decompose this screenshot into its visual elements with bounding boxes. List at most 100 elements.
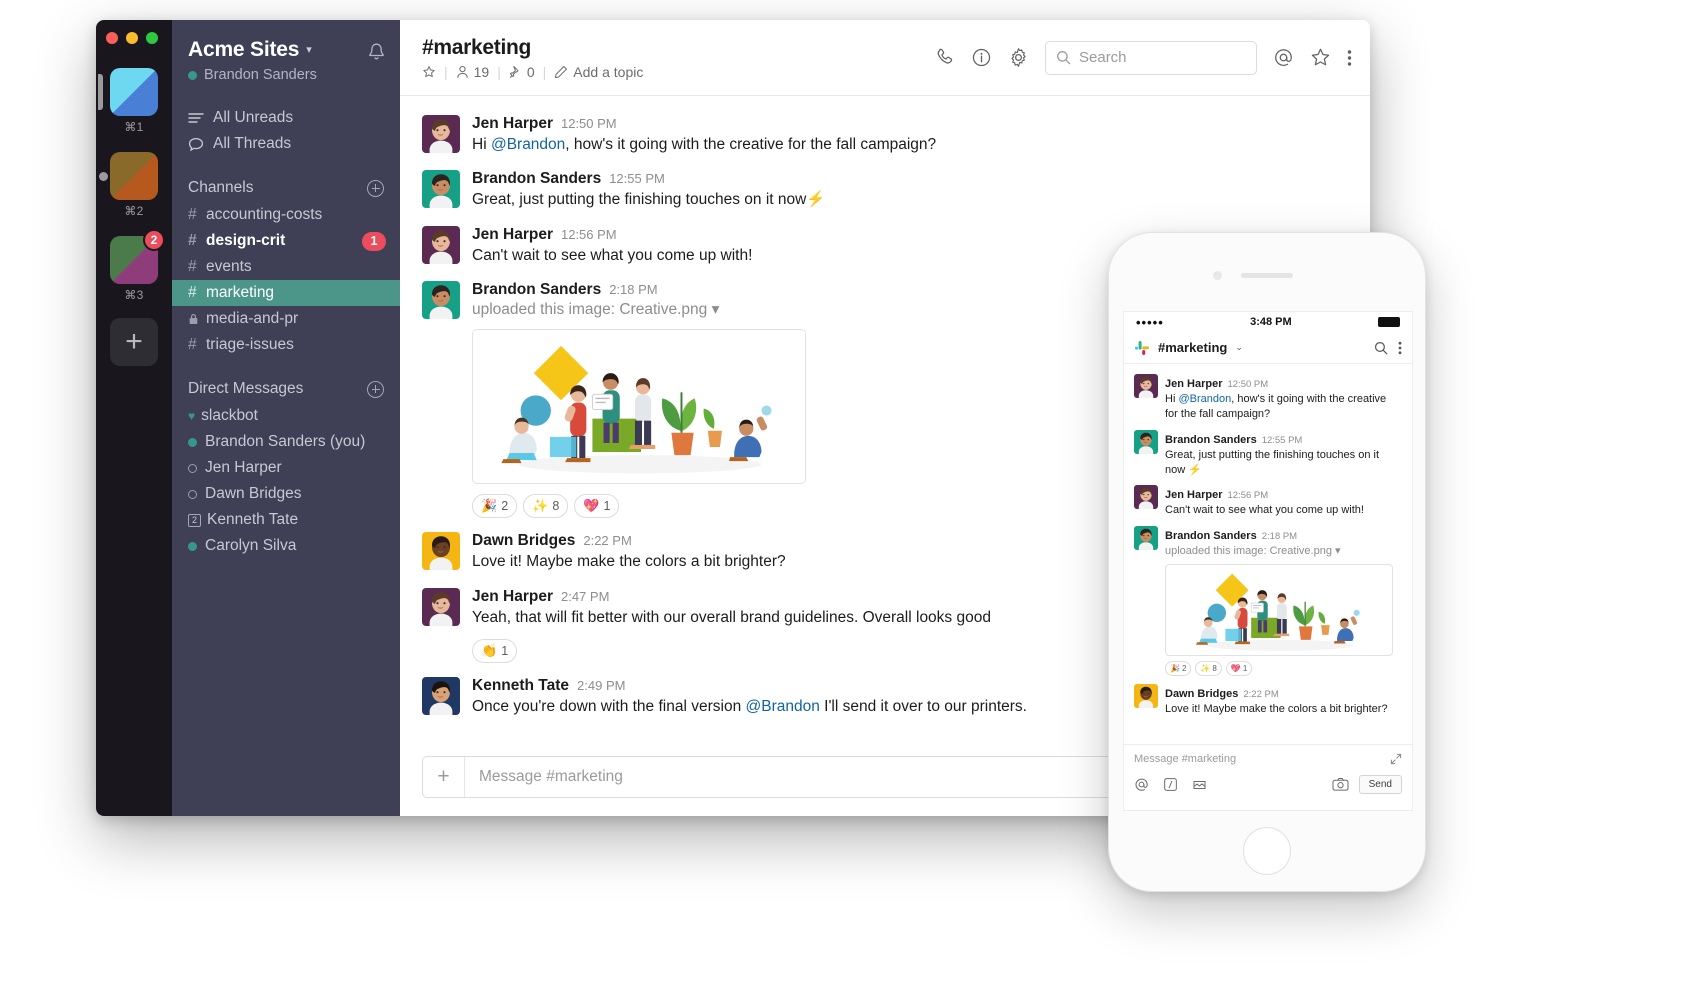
sidebar-item-triage-issues[interactable]: # triage-issues	[172, 332, 400, 358]
avatar[interactable]	[422, 532, 460, 571]
star-icon[interactable]	[422, 65, 436, 79]
phone-reaction-pill[interactable]: 🎉 2	[1165, 661, 1192, 677]
phone-message-author[interactable]: Jen Harper	[1165, 489, 1222, 501]
info-icon[interactable]	[971, 47, 992, 68]
chevron-down-icon[interactable]: ▾	[306, 44, 312, 56]
avatar[interactable]	[422, 587, 460, 626]
avatar[interactable]	[422, 170, 460, 209]
phone-avatar[interactable]	[1134, 526, 1158, 551]
sidebar-item-marketing[interactable]: # marketing	[172, 280, 400, 306]
current-user-status[interactable]: Brandon Sanders	[188, 67, 384, 83]
add-channel-icon[interactable]	[367, 179, 384, 197]
add-workspace-button[interactable]: +	[110, 318, 158, 366]
add-attachment-button[interactable]: +	[423, 757, 465, 797]
notifications-bell-icon[interactable]	[367, 42, 386, 62]
avatar[interactable]	[422, 677, 460, 716]
message-author[interactable]: Brandon Sanders	[472, 281, 601, 299]
sidebar-dm-dawn-bridges[interactable]: Dawn Bridges	[172, 481, 400, 507]
sidebar-item-design-crit[interactable]: # design-crit 1	[172, 228, 400, 254]
workspace-switcher-2[interactable]: ⌘2	[99, 152, 158, 218]
phone-avatar[interactable]	[1134, 684, 1158, 709]
presence-online-icon	[188, 541, 197, 551]
message-author[interactable]: Jen Harper	[472, 226, 553, 244]
composer-placeholder[interactable]: Message #marketing	[465, 768, 623, 786]
message-author[interactable]: Jen Harper	[472, 115, 553, 133]
more-vertical-icon[interactable]	[1398, 341, 1402, 355]
phone-message-author[interactable]: Brandon Sanders	[1165, 434, 1257, 446]
reaction-pill[interactable]: 👏 1	[472, 639, 518, 664]
phone-message-author[interactable]: Jen Harper	[1165, 378, 1222, 390]
send-button[interactable]: Send	[1358, 775, 1402, 794]
more-vertical-icon[interactable]	[1347, 48, 1352, 68]
topbar-actions: Search	[934, 40, 1352, 75]
sidebar-dm-kenneth-tate[interactable]: 2 Kenneth Tate	[172, 507, 400, 533]
minimize-window-button[interactable]	[126, 32, 138, 44]
camera-icon[interactable]	[1332, 777, 1349, 792]
workspace-name[interactable]: Acme Sites	[188, 38, 299, 62]
workspace-switcher-3[interactable]: 2 ⌘3	[110, 229, 165, 302]
phone-message-author[interactable]: Brandon Sanders	[1165, 530, 1257, 542]
sidebar-dm-jen-harper[interactable]: Jen Harper	[172, 455, 400, 481]
add-topic-button[interactable]: Add a topic	[554, 64, 643, 80]
reaction-pill[interactable]: 💖 1	[574, 494, 620, 519]
pins-count-item[interactable]: 0	[509, 64, 535, 80]
workspace-header[interactable]: Acme Sites ▾ Brandon Sanders	[172, 38, 400, 83]
expand-icon[interactable]	[1390, 753, 1402, 765]
chevron-down-icon[interactable]: ▾	[1335, 545, 1341, 557]
sidebar-item-all-threads[interactable]: All Threads	[188, 131, 384, 157]
search-input[interactable]: Search	[1045, 40, 1257, 75]
message-author[interactable]: Kenneth Tate	[472, 677, 569, 695]
search-icon[interactable]	[1374, 341, 1388, 355]
phone-avatar[interactable]	[1134, 374, 1158, 398]
sidebar-dm-label: Carolyn Silva	[205, 537, 297, 554]
phone-composer-field[interactable]: Message #marketing	[1134, 753, 1402, 765]
message-author[interactable]: Brandon Sanders	[472, 170, 601, 188]
close-window-button[interactable]	[106, 32, 118, 44]
sidebar-item-accounting-costs[interactable]: # accounting-costs	[172, 202, 400, 228]
avatar[interactable]	[422, 281, 460, 320]
sidebar-item-events[interactable]: # events	[172, 254, 400, 280]
add-dm-icon[interactable]	[367, 380, 384, 398]
user-mention[interactable]: @Brandon	[1178, 393, 1231, 405]
phone-image-attachment[interactable]	[1165, 564, 1393, 657]
phone-channel-name[interactable]: #marketing	[1158, 340, 1227, 355]
phone-message-author[interactable]: Dawn Bridges	[1165, 688, 1238, 700]
sidebar-dm-carolyn-silva[interactable]: Carolyn Silva	[172, 533, 400, 559]
message-author[interactable]: Jen Harper	[472, 588, 553, 606]
phone-home-button[interactable]	[1243, 827, 1291, 875]
avatar[interactable]	[422, 115, 460, 153]
workspace-avatar[interactable]	[110, 152, 158, 200]
user-mention[interactable]: @Brandon	[491, 136, 565, 153]
star-outline-icon[interactable]	[1310, 47, 1331, 68]
phone-reaction-pill[interactable]: ✨ 8	[1195, 661, 1222, 677]
avatar[interactable]	[422, 225, 460, 264]
phone-message-timestamp: 2:22 PM	[1243, 689, 1279, 701]
message-timestamp: 2:22 PM	[583, 533, 632, 549]
phone-reaction-pill[interactable]: 💖 1	[1225, 661, 1253, 677]
phone-icon[interactable]	[934, 47, 955, 68]
uploaded-filename[interactable]: Creative.png	[619, 301, 707, 318]
chevron-down-icon[interactable]: ⌄	[1235, 342, 1243, 353]
phone-avatar[interactable]	[1134, 429, 1158, 454]
phone-avatar[interactable]	[1134, 485, 1158, 510]
at-icon[interactable]	[1134, 777, 1149, 792]
sidebar-dm-slackbot[interactable]: ♥ slackbot	[172, 403, 400, 429]
sidebar-dm-brandon-sanders-you-[interactable]: Brandon Sanders (you)	[172, 429, 400, 455]
attachment-icon[interactable]	[1192, 777, 1207, 792]
reaction-pill[interactable]: 🎉 2	[472, 494, 518, 519]
sidebar-item-media-and-pr[interactable]: media-and-pr	[172, 306, 400, 332]
message-author[interactable]: Dawn Bridges	[472, 532, 575, 550]
slash-icon[interactable]	[1163, 777, 1178, 792]
phone-uploaded-filename[interactable]: Creative.png	[1270, 545, 1332, 557]
chevron-down-icon[interactable]: ▾	[712, 301, 720, 318]
members-count-item[interactable]: 19	[456, 64, 489, 80]
at-mentions-icon[interactable]	[1273, 47, 1294, 68]
gear-icon[interactable]	[1008, 47, 1029, 68]
image-attachment[interactable]	[472, 329, 806, 485]
reaction-pill[interactable]: ✨ 8	[523, 494, 569, 519]
maximize-window-button[interactable]	[146, 32, 158, 44]
sidebar-item-all-unreads[interactable]: All Unreads	[188, 105, 384, 131]
workspace-avatar[interactable]	[110, 68, 158, 116]
workspace-switcher-1[interactable]: ⌘1	[98, 68, 158, 134]
user-mention[interactable]: @Brandon	[746, 698, 820, 715]
